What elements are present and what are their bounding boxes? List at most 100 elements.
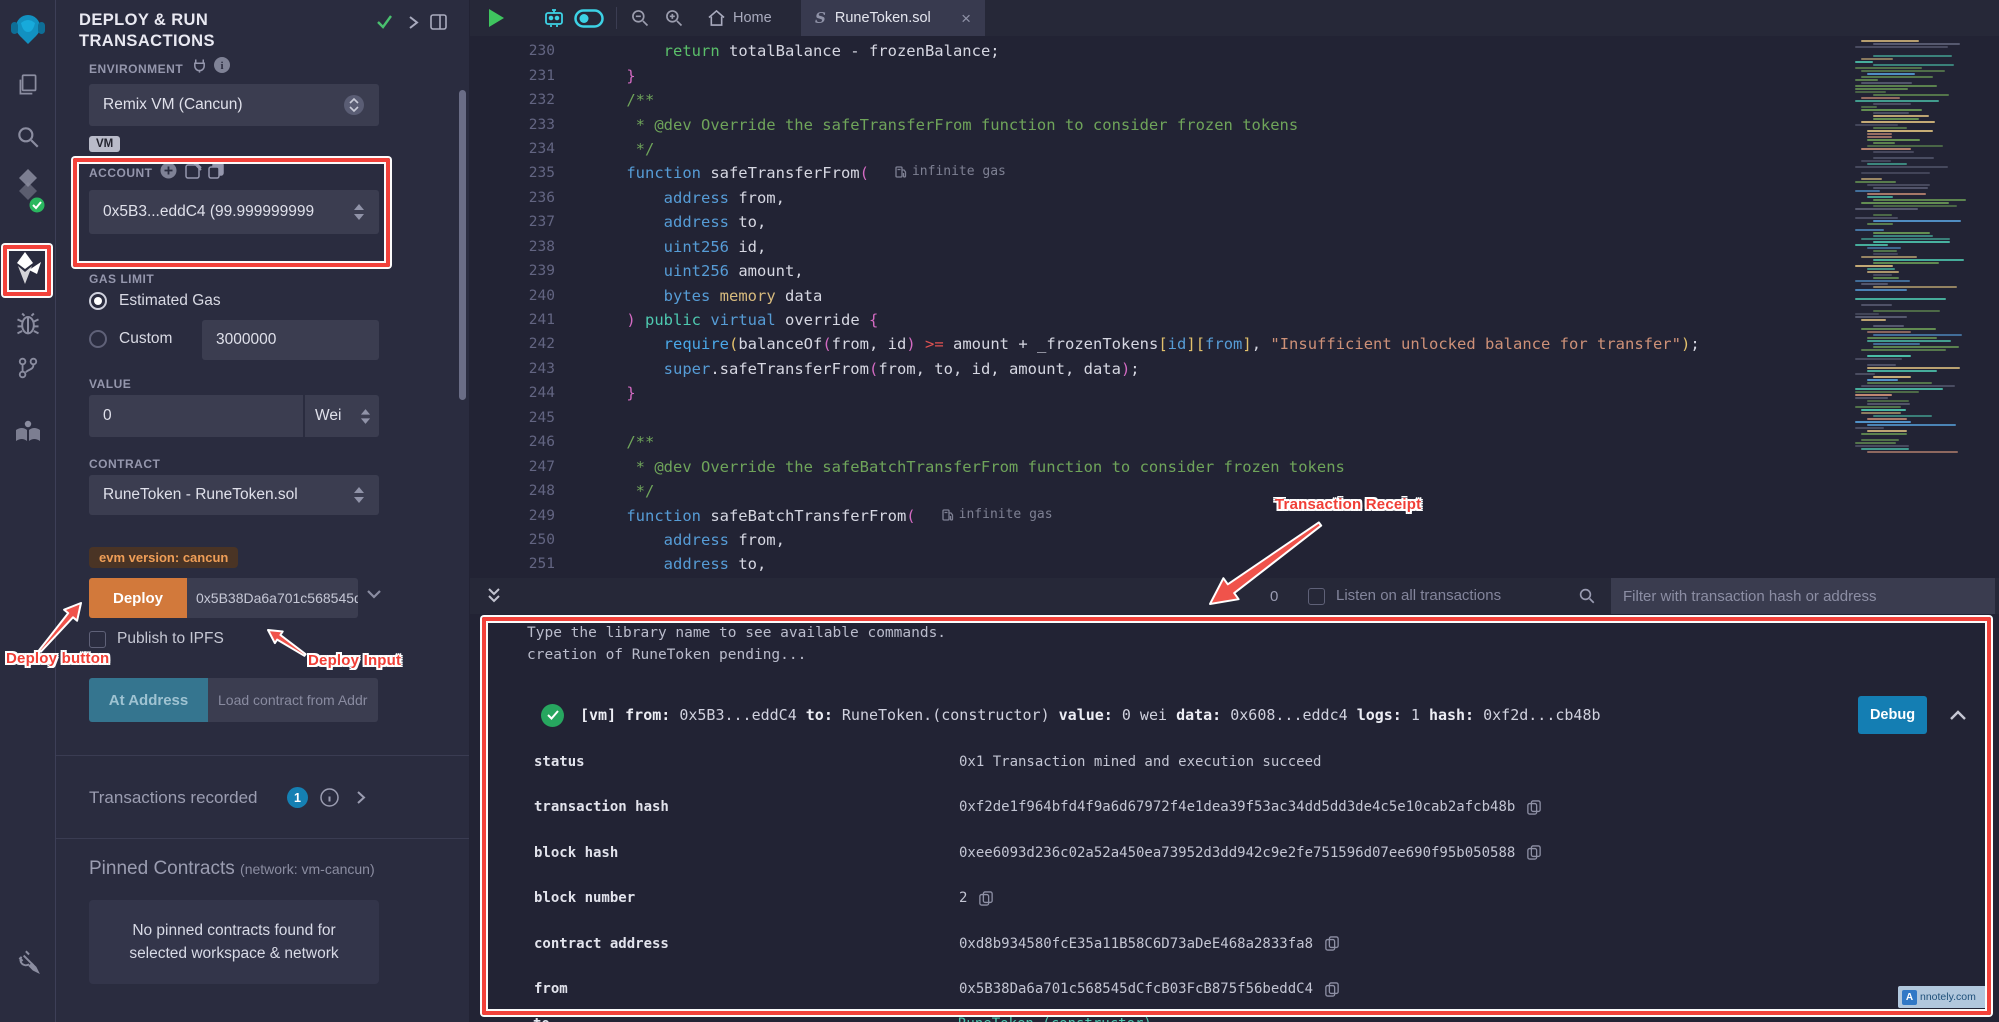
- recorded-expand-icon[interactable]: [356, 790, 366, 805]
- code-line[interactable]: 240 bytes memory data: [470, 283, 1855, 307]
- line-content: */: [589, 482, 654, 500]
- code-line[interactable]: 249 function safeBatchTransferFrom(infin…: [470, 503, 1855, 527]
- remix-logo-icon[interactable]: [0, 8, 56, 48]
- publish-ipfs-checkbox[interactable]: [89, 631, 106, 648]
- custom-gas-input[interactable]: 3000000: [202, 320, 379, 360]
- code-line[interactable]: 247 * @dev Override the safeBatchTransfe…: [470, 454, 1855, 478]
- at-address-input[interactable]: [208, 678, 378, 722]
- minimap-line: [1873, 232, 1930, 234]
- code-line[interactable]: 235 function safeTransferFrom(infinite g…: [470, 161, 1855, 185]
- copy-icon[interactable]: [979, 891, 993, 906]
- minimap-line: [1861, 304, 1892, 306]
- code-line[interactable]: 232 /**: [470, 88, 1855, 112]
- minimap-line: [1855, 244, 1888, 246]
- collapse-receipt-icon[interactable]: [1949, 709, 1967, 721]
- divider: [56, 838, 469, 839]
- pin-panel-icon[interactable]: [430, 14, 447, 30]
- ai-copilot-robot-icon[interactable]: [542, 6, 566, 30]
- code-line[interactable]: 244 }: [470, 381, 1855, 405]
- tab-runetoken-sol[interactable]: S RuneToken.sol ×: [801, 0, 985, 36]
- copy-icon[interactable]: [1325, 982, 1339, 997]
- receipt-row: contract address0xd8b934580fcE35a11B58C6…: [534, 921, 1967, 967]
- minimap-line: [1861, 121, 1935, 123]
- receipt-row: block number2: [534, 876, 1967, 922]
- code-line[interactable]: 233 * @dev Override the safeTransferFrom…: [470, 112, 1855, 136]
- panel-scrollbar[interactable]: [459, 90, 466, 400]
- code-line[interactable]: 250 address from,: [470, 528, 1855, 552]
- code-line[interactable]: 239 uint256 amount,: [470, 259, 1855, 283]
- minimap-line: [1861, 202, 1949, 204]
- account-select[interactable]: 0x5B3...eddC4 (99.999999999: [89, 190, 379, 234]
- file-explorer-icon[interactable]: [0, 72, 56, 98]
- line-content: }: [589, 67, 636, 85]
- editor-minimap[interactable]: [1855, 40, 1991, 470]
- minimap-line: [1867, 403, 1910, 405]
- code-line[interactable]: 248 */: [470, 479, 1855, 503]
- copy-icon[interactable]: [1527, 845, 1541, 860]
- at-address-button[interactable]: At Address: [89, 678, 208, 722]
- minimap-line: [1855, 181, 1896, 183]
- environment-select[interactable]: Remix VM (Cancun): [89, 84, 379, 126]
- transaction-summary-row[interactable]: [vm] from: 0x5B3...eddC4 to: RuneToken.(…: [541, 693, 1967, 737]
- panel-forward-icon[interactable]: [408, 15, 419, 30]
- environment-info-icon[interactable]: i: [214, 57, 230, 73]
- edit-account-icon[interactable]: [185, 162, 202, 179]
- code-line[interactable]: 242 require(balanceOf(from, id) >= amoun…: [470, 332, 1855, 356]
- estimated-gas-radio[interactable]: Estimated Gas: [89, 292, 221, 310]
- add-account-icon[interactable]: [160, 162, 177, 179]
- git-branch-icon[interactable]: [0, 354, 56, 382]
- learneth-icon[interactable]: [0, 418, 56, 444]
- code-line[interactable]: 236 address from,: [470, 186, 1855, 210]
- terminal-filter-input[interactable]: [1611, 578, 1995, 614]
- deploy-constructor-input[interactable]: 0x5B38Da6a701c568545d: [187, 578, 358, 618]
- listen-all-checkbox[interactable]: [1308, 588, 1325, 605]
- line-number: 231: [470, 68, 555, 84]
- debug-button[interactable]: Debug: [1858, 696, 1927, 734]
- code-line[interactable]: 231 }: [470, 63, 1855, 87]
- minimap-line: [1855, 124, 1898, 126]
- code-line[interactable]: 234 */: [470, 137, 1855, 161]
- code-line[interactable]: 237 address to,: [470, 210, 1855, 234]
- terminal-search-icon[interactable]: [1578, 587, 1596, 605]
- divider: [616, 7, 617, 29]
- copy-icon[interactable]: [1325, 936, 1339, 951]
- minimap-line: [1867, 196, 1893, 198]
- contract-select[interactable]: RuneToken - RuneToken.sol: [89, 475, 379, 515]
- run-script-icon[interactable]: [488, 8, 505, 28]
- code-line[interactable]: 238 uint256 id,: [470, 235, 1855, 259]
- code-line[interactable]: 251 address to,: [470, 552, 1855, 576]
- minimap-line: [1861, 349, 1946, 351]
- expand-terminal-icon[interactable]: [486, 586, 502, 606]
- custom-gas-radio[interactable]: Custom: [89, 330, 172, 348]
- tab-home[interactable]: Home: [702, 0, 778, 36]
- code-line[interactable]: 230 return totalBalance - frozenBalance;: [470, 39, 1855, 63]
- code-editor[interactable]: 230 return totalBalance - frozenBalance;…: [470, 36, 1855, 578]
- code-line[interactable]: 241 ) public virtual override {: [470, 308, 1855, 332]
- code-line[interactable]: 245: [470, 406, 1855, 430]
- zoom-out-icon[interactable]: [630, 8, 650, 28]
- zoom-in-icon[interactable]: [664, 8, 684, 28]
- minimap-line: [1861, 97, 1900, 99]
- tab-close-icon[interactable]: ×: [961, 10, 971, 27]
- recorded-info-icon[interactable]: [320, 788, 339, 807]
- plugin-manager-icon[interactable]: [0, 948, 56, 974]
- minimap-line: [1861, 160, 1891, 162]
- code-line[interactable]: 243 super.safeTransferFrom(from, to, id,…: [470, 357, 1855, 381]
- fork-state-icon[interactable]: [192, 58, 207, 74]
- debugger-icon[interactable]: [0, 310, 56, 338]
- deploy-expand-chevron-icon[interactable]: [366, 589, 382, 600]
- publish-ipfs-row[interactable]: Publish to IPFS: [89, 630, 224, 648]
- account-label: ACCOUNT: [89, 166, 153, 180]
- value-input[interactable]: 0: [89, 395, 303, 437]
- code-line[interactable]: 246 /**: [470, 430, 1855, 454]
- value-unit-select[interactable]: Wei: [305, 395, 379, 437]
- copy-account-icon[interactable]: [208, 162, 224, 179]
- deploy-button[interactable]: Deploy: [89, 578, 187, 618]
- minimap-line: [1855, 91, 1886, 93]
- search-icon[interactable]: [0, 124, 56, 150]
- deploy-run-icon[interactable]: [0, 250, 56, 288]
- minimap-line: [1873, 64, 1954, 66]
- copy-icon[interactable]: [1527, 800, 1541, 815]
- copilot-toggle-icon[interactable]: [574, 9, 604, 28]
- minimap-line: [1867, 340, 1951, 342]
